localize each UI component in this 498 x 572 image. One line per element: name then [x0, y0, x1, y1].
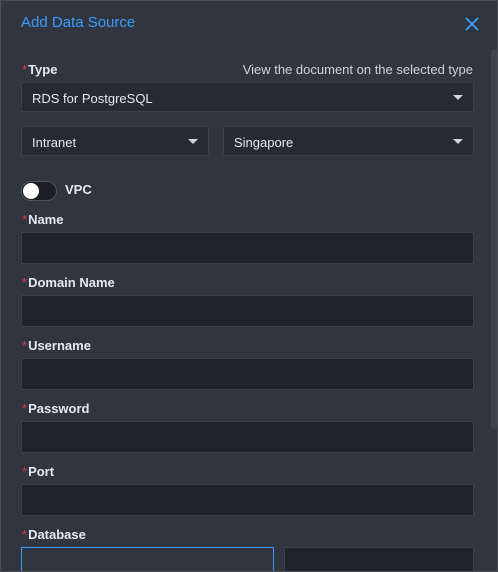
add-data-source-dialog: Add Data Source *Type View the document …: [0, 0, 498, 572]
port-label: *Port: [22, 464, 55, 479]
database-label: *Database: [22, 527, 86, 542]
database-action-button[interactable]: [21, 547, 274, 571]
username-label: *Username: [22, 338, 91, 353]
region-select-value: Singapore: [234, 135, 294, 150]
database-input[interactable]: [284, 547, 474, 571]
password-input[interactable]: [21, 421, 474, 453]
type-select[interactable]: RDS for PostgreSQL: [21, 82, 474, 112]
network-select[interactable]: Intranet: [21, 126, 209, 156]
vpc-toggle[interactable]: [21, 181, 57, 201]
name-label: *Name: [22, 212, 64, 227]
scrollbar[interactable]: [491, 49, 497, 429]
close-icon[interactable]: [464, 16, 480, 32]
name-input[interactable]: [21, 232, 474, 264]
view-document-link[interactable]: View the document on the selected type: [243, 62, 473, 77]
chevron-down-icon: [453, 95, 463, 100]
username-input[interactable]: [21, 358, 474, 390]
toggle-knob: [23, 183, 39, 199]
domain-name-input[interactable]: [21, 295, 474, 327]
domain-name-label: *Domain Name: [22, 275, 115, 290]
chevron-down-icon: [453, 139, 463, 144]
type-select-value: RDS for PostgreSQL: [32, 91, 153, 106]
port-input[interactable]: [21, 484, 474, 516]
network-select-value: Intranet: [32, 135, 77, 150]
password-label: *Password: [22, 401, 90, 416]
dialog-title: Add Data Source: [21, 14, 136, 31]
type-label: *Type: [22, 62, 58, 77]
region-select[interactable]: Singapore: [223, 126, 474, 156]
chevron-down-icon: [188, 139, 198, 144]
dialog-header: Add Data Source: [1, 1, 497, 47]
vpc-label: VPC: [65, 182, 92, 197]
